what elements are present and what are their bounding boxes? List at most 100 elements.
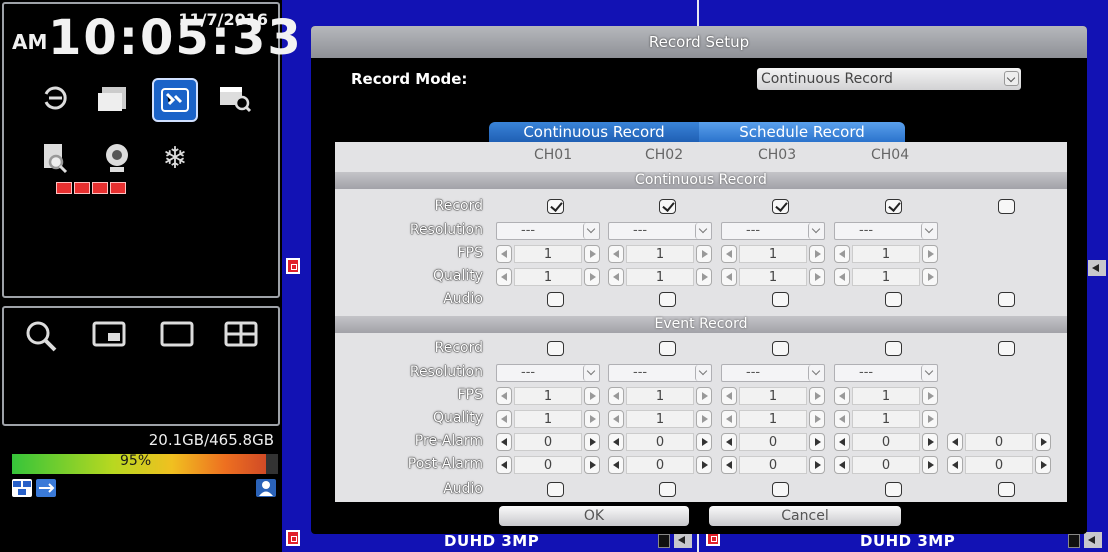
- speaker-icon[interactable]: [674, 532, 692, 548]
- audio-checkbox[interactable]: [659, 482, 676, 497]
- increment-icon[interactable]: [809, 456, 825, 474]
- record-checkbox[interactable]: [772, 199, 789, 214]
- camera-icon[interactable]: [94, 136, 140, 180]
- increment-icon[interactable]: [922, 456, 938, 474]
- quality-stepper[interactable]: 1: [721, 410, 825, 428]
- increment-icon[interactable]: [922, 410, 938, 428]
- increment-icon[interactable]: [922, 433, 938, 451]
- record-checkbox[interactable]: [885, 199, 902, 214]
- decrement-icon[interactable]: [834, 433, 850, 451]
- increment-icon[interactable]: [922, 387, 938, 405]
- quality-stepper[interactable]: 1: [608, 268, 712, 286]
- decrement-icon[interactable]: [608, 245, 624, 263]
- cancel-button[interactable]: Cancel: [709, 506, 901, 526]
- increment-icon[interactable]: [696, 268, 712, 286]
- resolution-select[interactable]: ---: [496, 222, 600, 240]
- resolution-select[interactable]: ---: [834, 222, 938, 240]
- audio-checkbox[interactable]: [772, 292, 789, 307]
- fps-stepper[interactable]: 1: [608, 387, 712, 405]
- audio-checkbox[interactable]: [885, 482, 902, 497]
- resolution-select[interactable]: ---: [721, 364, 825, 382]
- freeze-icon[interactable]: ❄: [152, 136, 198, 180]
- single-view-icon[interactable]: [154, 314, 200, 358]
- record-checkbox[interactable]: [885, 341, 902, 356]
- post-alarm-stepper[interactable]: 0: [496, 456, 600, 474]
- decrement-icon[interactable]: [608, 410, 624, 428]
- quality-stepper[interactable]: 1: [608, 410, 712, 428]
- fps-stepper[interactable]: 1: [834, 387, 938, 405]
- decrement-icon[interactable]: [834, 387, 850, 405]
- pre-alarm-stepper[interactable]: 0: [947, 433, 1051, 451]
- tab-continuous-record[interactable]: Continuous Record: [489, 122, 699, 142]
- user-icon[interactable]: [256, 479, 276, 497]
- record-checkbox[interactable]: [998, 199, 1015, 214]
- speaker-icon[interactable]: [1084, 532, 1102, 548]
- increment-icon[interactable]: [696, 387, 712, 405]
- audio-checkbox[interactable]: [547, 482, 564, 497]
- resolution-select[interactable]: ---: [721, 222, 825, 240]
- post-alarm-stepper[interactable]: 0: [947, 456, 1051, 474]
- decrement-icon[interactable]: [608, 456, 624, 474]
- fps-stepper[interactable]: 1: [496, 245, 600, 263]
- decrement-icon[interactable]: [496, 456, 512, 474]
- increment-icon[interactable]: [696, 410, 712, 428]
- decrement-icon[interactable]: [721, 268, 737, 286]
- record-checkbox[interactable]: [998, 341, 1015, 356]
- decrement-icon[interactable]: [721, 245, 737, 263]
- increment-icon[interactable]: [1035, 456, 1051, 474]
- increment-icon[interactable]: [922, 268, 938, 286]
- schedule-search-icon[interactable]: [212, 76, 258, 120]
- increment-icon[interactable]: [584, 410, 600, 428]
- decrement-icon[interactable]: [496, 245, 512, 263]
- record-checkbox[interactable]: [659, 199, 676, 214]
- increment-icon[interactable]: [584, 387, 600, 405]
- network-icon[interactable]: [12, 479, 32, 497]
- fps-stepper[interactable]: 1: [834, 245, 938, 263]
- decrement-icon[interactable]: [834, 268, 850, 286]
- file-search-icon[interactable]: [32, 136, 78, 180]
- tab-schedule-record[interactable]: Schedule Record: [699, 122, 905, 142]
- record-mode-select[interactable]: Continuous Record: [757, 68, 1021, 90]
- decrement-icon[interactable]: [947, 456, 963, 474]
- increment-icon[interactable]: [809, 387, 825, 405]
- increment-icon[interactable]: [584, 433, 600, 451]
- audio-checkbox[interactable]: [772, 482, 789, 497]
- resolution-select[interactable]: ---: [608, 222, 712, 240]
- decrement-icon[interactable]: [608, 433, 624, 451]
- pre-alarm-stepper[interactable]: 0: [608, 433, 712, 451]
- decrement-icon[interactable]: [721, 387, 737, 405]
- quad-view-icon[interactable]: [218, 314, 264, 358]
- speaker-icon[interactable]: [1088, 260, 1106, 276]
- increment-icon[interactable]: [584, 268, 600, 286]
- increment-icon[interactable]: [809, 410, 825, 428]
- fps-stepper[interactable]: 1: [608, 245, 712, 263]
- back-icon[interactable]: [32, 76, 78, 120]
- decrement-icon[interactable]: [496, 268, 512, 286]
- search-icon[interactable]: [18, 314, 64, 358]
- ok-button[interactable]: OK: [499, 506, 689, 526]
- decrement-icon[interactable]: [608, 268, 624, 286]
- folder-icon[interactable]: [90, 76, 136, 120]
- increment-icon[interactable]: [584, 245, 600, 263]
- audio-checkbox[interactable]: [885, 292, 902, 307]
- decrement-icon[interactable]: [721, 456, 737, 474]
- quality-stepper[interactable]: 1: [496, 410, 600, 428]
- audio-checkbox[interactable]: [659, 292, 676, 307]
- fps-stepper[interactable]: 1: [721, 245, 825, 263]
- pre-alarm-stepper[interactable]: 0: [721, 433, 825, 451]
- increment-icon[interactable]: [696, 433, 712, 451]
- quality-stepper[interactable]: 1: [834, 268, 938, 286]
- pre-alarm-stepper[interactable]: 0: [496, 433, 600, 451]
- resolution-select[interactable]: ---: [608, 364, 712, 382]
- record-checkbox[interactable]: [547, 341, 564, 356]
- quality-stepper[interactable]: 1: [496, 268, 600, 286]
- record-checkbox[interactable]: [659, 341, 676, 356]
- decrement-icon[interactable]: [496, 410, 512, 428]
- decrement-icon[interactable]: [496, 387, 512, 405]
- pre-alarm-stepper[interactable]: 0: [834, 433, 938, 451]
- post-alarm-stepper[interactable]: 0: [834, 456, 938, 474]
- increment-icon[interactable]: [809, 245, 825, 263]
- audio-checkbox[interactable]: [998, 482, 1015, 497]
- quality-stepper[interactable]: 1: [721, 268, 825, 286]
- increment-icon[interactable]: [809, 433, 825, 451]
